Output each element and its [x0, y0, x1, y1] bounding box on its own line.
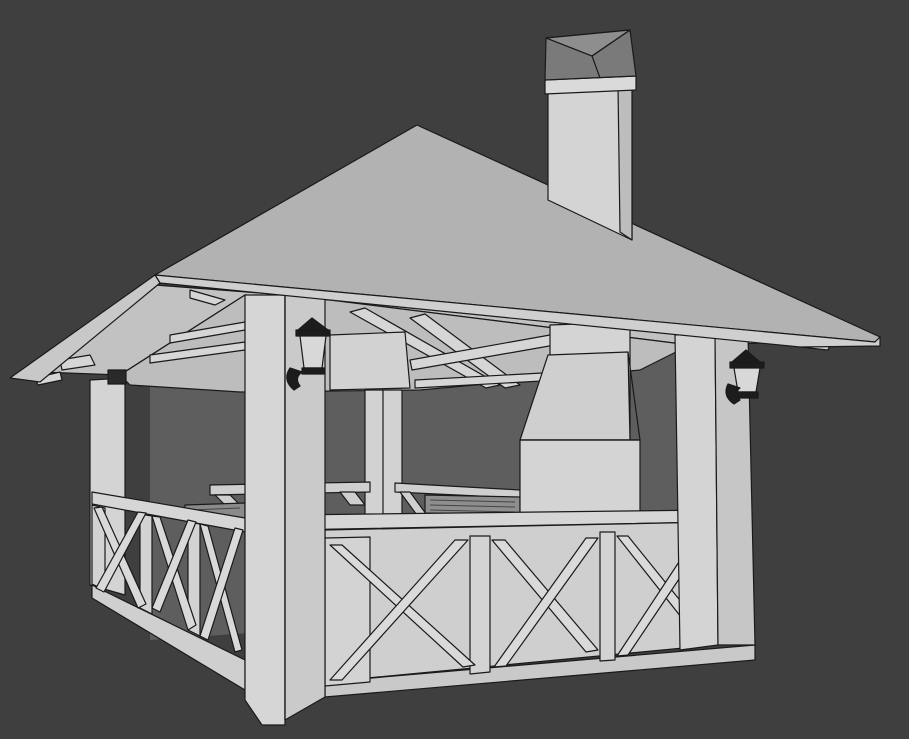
gazebo-scene — [9, 29, 881, 726]
back-lantern — [107, 369, 127, 385]
3d-viewport[interactable] — [0, 0, 909, 739]
signboard — [329, 331, 411, 391]
